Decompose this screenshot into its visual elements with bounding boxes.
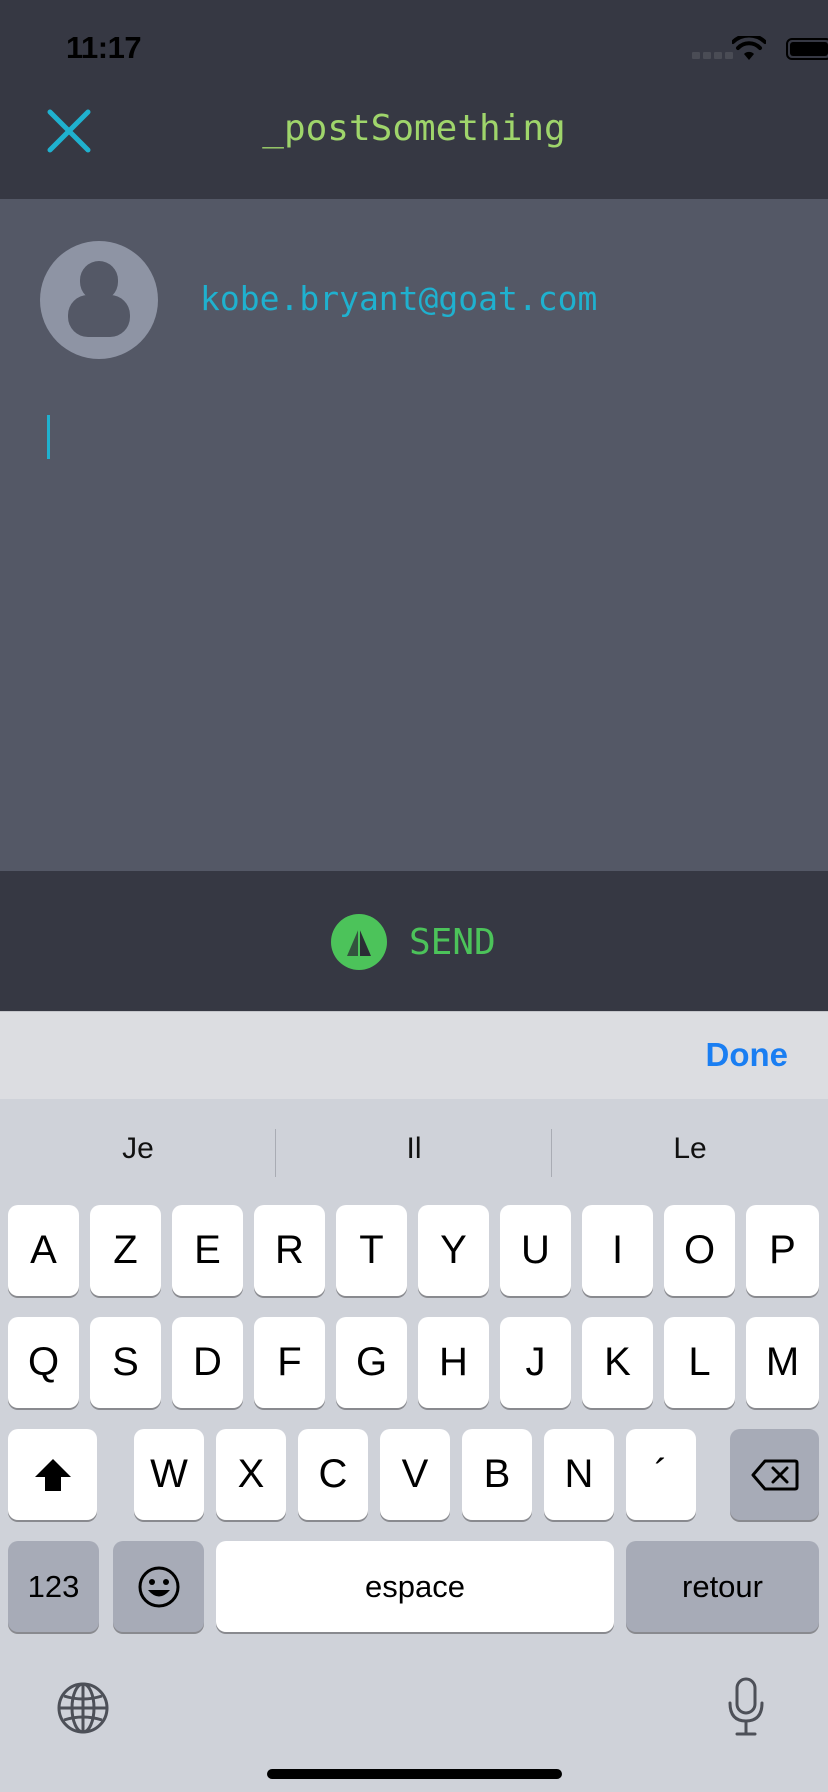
suggestion-item[interactable]: Il xyxy=(276,1121,552,1177)
key-p[interactable]: P xyxy=(746,1205,819,1296)
send-bar: SEND xyxy=(0,871,828,1011)
emoji-icon xyxy=(138,1566,179,1607)
key-l[interactable]: L xyxy=(664,1317,735,1408)
backspace-icon xyxy=(751,1459,798,1490)
navigation-bar: 11:17 _postSomething xyxy=(0,0,828,199)
key-w[interactable]: W xyxy=(134,1429,204,1520)
wifi-icon xyxy=(732,36,766,60)
user-email: kobe.bryant@goat.com xyxy=(200,279,598,318)
key-u[interactable]: U xyxy=(500,1205,571,1296)
emoji-key[interactable] xyxy=(113,1541,204,1632)
key-d[interactable]: D xyxy=(172,1317,243,1408)
key-z[interactable]: Z xyxy=(90,1205,161,1296)
post-text-input[interactable] xyxy=(40,399,788,819)
globe-icon[interactable] xyxy=(56,1681,110,1735)
key-h[interactable]: H xyxy=(418,1317,489,1408)
key-s[interactable]: S xyxy=(90,1317,161,1408)
send-icon xyxy=(331,914,387,970)
return-key[interactable]: retour xyxy=(626,1541,819,1632)
key-t[interactable]: T xyxy=(336,1205,407,1296)
key-x[interactable]: X xyxy=(216,1429,286,1520)
home-indicator xyxy=(267,1769,562,1779)
send-button[interactable]: SEND xyxy=(331,914,496,970)
status-time: 11:17 xyxy=(66,30,142,65)
send-label: SEND xyxy=(409,921,496,963)
text-cursor xyxy=(47,415,50,459)
key-i[interactable]: I xyxy=(582,1205,653,1296)
key-r[interactable]: R xyxy=(254,1205,325,1296)
suggestion-item[interactable]: Je xyxy=(0,1121,276,1177)
shift-icon xyxy=(34,1458,71,1491)
cellular-signal-icon xyxy=(692,52,733,59)
key-b[interactable]: B xyxy=(462,1429,532,1520)
key-v[interactable]: V xyxy=(380,1429,450,1520)
battery-icon xyxy=(786,38,828,60)
keyboard-accessory-bar: Done xyxy=(0,1011,828,1099)
done-button[interactable]: Done xyxy=(706,1036,789,1074)
suggestion-item[interactable]: Le xyxy=(552,1121,828,1177)
page-title: _postSomething xyxy=(262,108,566,149)
mic-icon[interactable] xyxy=(726,1677,766,1737)
key-j[interactable]: J xyxy=(500,1317,571,1408)
suggestion-bar: Je Il Le xyxy=(0,1121,828,1177)
numbers-key[interactable]: 123 xyxy=(8,1541,99,1632)
key-q[interactable]: Q xyxy=(8,1317,79,1408)
avatar xyxy=(40,241,158,359)
avatar-icon xyxy=(68,261,130,337)
key-accent[interactable]: ´ xyxy=(626,1429,696,1520)
key-g[interactable]: G xyxy=(336,1317,407,1408)
key-e[interactable]: E xyxy=(172,1205,243,1296)
compose-area: kobe.bryant@goat.com xyxy=(0,199,828,871)
keyboard: Je Il Le A Z E R T Y U I O P Q S D F G H… xyxy=(0,1099,828,1792)
key-n[interactable]: N xyxy=(544,1429,614,1520)
backspace-key[interactable] xyxy=(730,1429,819,1520)
key-c[interactable]: C xyxy=(298,1429,368,1520)
key-m[interactable]: M xyxy=(746,1317,819,1408)
key-o[interactable]: O xyxy=(664,1205,735,1296)
shift-key[interactable] xyxy=(8,1429,97,1520)
key-k[interactable]: K xyxy=(582,1317,653,1408)
key-f[interactable]: F xyxy=(254,1317,325,1408)
key-y[interactable]: Y xyxy=(418,1205,489,1296)
key-a[interactable]: A xyxy=(8,1205,79,1296)
space-key[interactable]: espace xyxy=(216,1541,614,1632)
